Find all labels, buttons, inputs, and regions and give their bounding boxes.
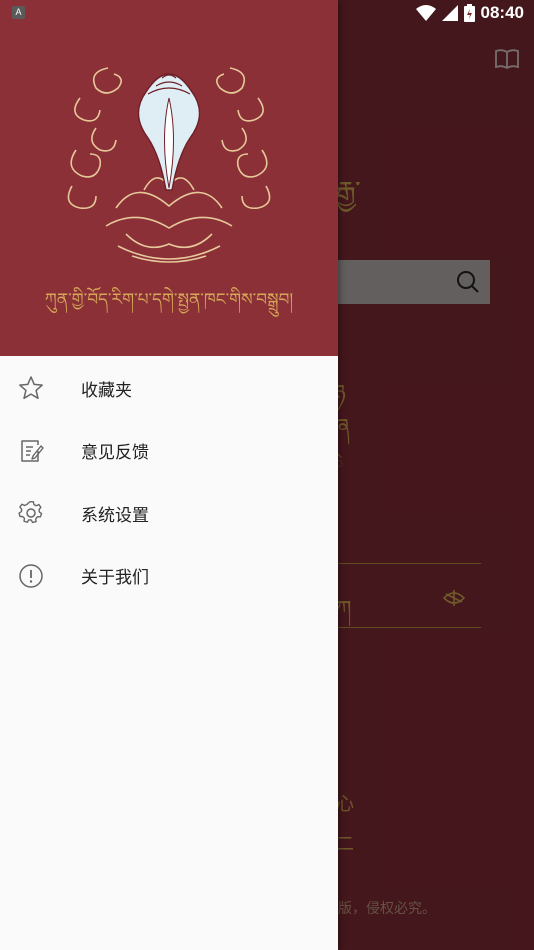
drawer-menu: 收藏夹 意见反馈 系统设置 关于我们 [0, 357, 338, 607]
feedback-edit-icon [21, 440, 44, 462]
drawer-header: ཀུན་གྱི་བོད་རིག་པ་དགེ་སྤྱན་ཁང་གིས་བསྒྲུབ… [0, 0, 338, 356]
status-time: 08:40 [480, 3, 524, 22]
header-motto: ཀུན་གྱི་བོད་རིག་པ་དགེ་སྤྱན་ཁང་གིས་བསྒྲུབ… [44, 290, 294, 310]
cell-signal-icon [441, 5, 458, 21]
battery-icon [463, 4, 475, 22]
menu-item-settings[interactable]: 系统设置 [0, 482, 338, 545]
gear-icon [18, 501, 43, 524]
conch-shell-lotus-emblem [67, 67, 271, 263]
status-bar: A 08:40 [0, 0, 534, 28]
menu-item-label: 系统设置 [81, 505, 149, 526]
navigation-drawer: ཀུན་གྱི་བོད་རིག་པ་དགེ་སྤྱན་ཁང་གིས་བསྒྲུབ… [0, 0, 338, 950]
menu-item-about[interactable]: 关于我们 [0, 545, 338, 608]
star-icon [19, 376, 43, 400]
wifi-icon [415, 5, 436, 21]
menu-item-label: 意见反馈 [81, 443, 149, 464]
menu-item-label: 收藏夹 [81, 380, 132, 401]
notification-app-icon: A [12, 6, 25, 19]
menu-item-feedback[interactable]: 意见反馈 [0, 420, 338, 483]
info-exclamation-icon [19, 564, 43, 588]
menu-item-favorites[interactable]: 收藏夹 [0, 357, 338, 420]
menu-item-label: 关于我们 [81, 568, 149, 589]
